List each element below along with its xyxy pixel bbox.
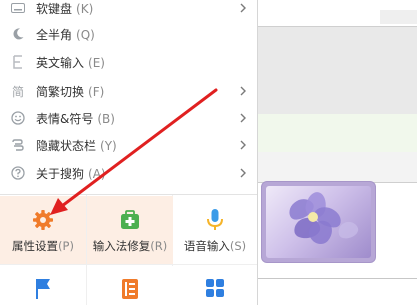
menu-item-shortcut: (A) xyxy=(88,166,106,181)
tile-shortcut: (R) xyxy=(150,239,168,253)
help-icon xyxy=(10,165,26,181)
chevron-right-icon xyxy=(239,112,247,124)
tile-divider xyxy=(0,264,257,265)
simplified-traditional-icon: 简 xyxy=(11,84,24,99)
menu-item-shortcut: (B) xyxy=(97,111,115,126)
tile-flag[interactable] xyxy=(0,266,86,305)
background-tab xyxy=(380,10,417,24)
menu-item-shortcut: (Y) xyxy=(100,138,117,153)
menu-item-shortcut: (E) xyxy=(88,55,105,70)
tile-shortcut: (S) xyxy=(229,239,247,253)
notes-icon xyxy=(118,276,142,300)
menu-divider xyxy=(0,194,257,195)
flower-thumbnail[interactable] xyxy=(262,182,375,262)
tile-app-grid[interactable] xyxy=(173,266,257,305)
gear-icon xyxy=(31,208,55,232)
tile-label: 语音输入 xyxy=(183,239,230,253)
moon-icon xyxy=(10,26,26,42)
tile-notes[interactable] xyxy=(87,266,173,305)
chevron-right-icon xyxy=(239,2,247,14)
menu-item-label: 全半角 xyxy=(36,27,73,42)
chevron-right-icon xyxy=(239,139,247,151)
background-divider xyxy=(258,26,417,27)
flower-image xyxy=(266,186,371,258)
background-divider xyxy=(258,278,417,279)
menu-item-full-half-width[interactable]: 全半角 (Q) xyxy=(0,20,257,48)
menu-item-shortcut: (K) xyxy=(76,1,94,16)
background-gray-row xyxy=(258,152,417,182)
tile-voice-input[interactable]: 语音输入(S) xyxy=(173,196,257,264)
menu-item-hide-status-bar[interactable]: 隐藏状态栏 (Y) xyxy=(0,131,257,159)
menu-item-label: 关于搜狗 xyxy=(36,166,85,181)
microphone-icon xyxy=(203,208,227,232)
tile-input-method-repair[interactable]: 输入法修复(R) xyxy=(87,196,173,264)
background-green-row xyxy=(258,114,417,152)
hide-toolbar-icon xyxy=(10,137,26,153)
menu-item-shortcut: (F) xyxy=(88,84,105,99)
flag-icon xyxy=(31,276,55,300)
menu-item-label: 英文输入 xyxy=(36,55,85,70)
ime-context-menu: 软键盘 (K) 全半角 (Q) 英文输入 (E) 简 简繁切换 (F) 表情&符号 (B) xyxy=(0,0,258,305)
menu-item-english-input[interactable]: 英文输入 (E) xyxy=(0,48,257,76)
keyboard-icon xyxy=(10,0,26,16)
menu-item-about-sogou[interactable]: 关于搜狗 (A) xyxy=(0,159,257,187)
menu-item-label: 表情&符号 xyxy=(36,111,94,126)
menu-item-emoji-symbols[interactable]: 表情&符号 (B) xyxy=(0,104,257,132)
menu-item-label: 隐藏状态栏 xyxy=(36,138,97,153)
tile-label: 属性设置 xyxy=(12,239,59,253)
chevron-right-icon xyxy=(239,167,247,179)
menu-item-shortcut: (Q) xyxy=(76,27,95,42)
toolbox-repair-icon xyxy=(118,208,142,232)
menu-item-soft-keyboard[interactable]: 软键盘 (K) xyxy=(0,0,257,22)
menu-item-label: 简繁切换 xyxy=(36,84,85,99)
chevron-right-icon xyxy=(239,85,247,97)
background-gray-panel xyxy=(258,26,417,114)
letter-e-icon xyxy=(10,54,26,70)
menu-item-label: 软键盘 xyxy=(36,1,73,16)
tile-label: 输入法修复 xyxy=(92,239,151,253)
tile-properties-settings[interactable]: 属性设置(P) xyxy=(0,196,86,264)
tile-shortcut: (P) xyxy=(58,239,74,253)
menu-item-simplified-traditional[interactable]: 简 简繁切换 (F) xyxy=(0,77,257,105)
smiley-icon xyxy=(10,110,26,126)
grid-apps-icon xyxy=(203,276,227,300)
